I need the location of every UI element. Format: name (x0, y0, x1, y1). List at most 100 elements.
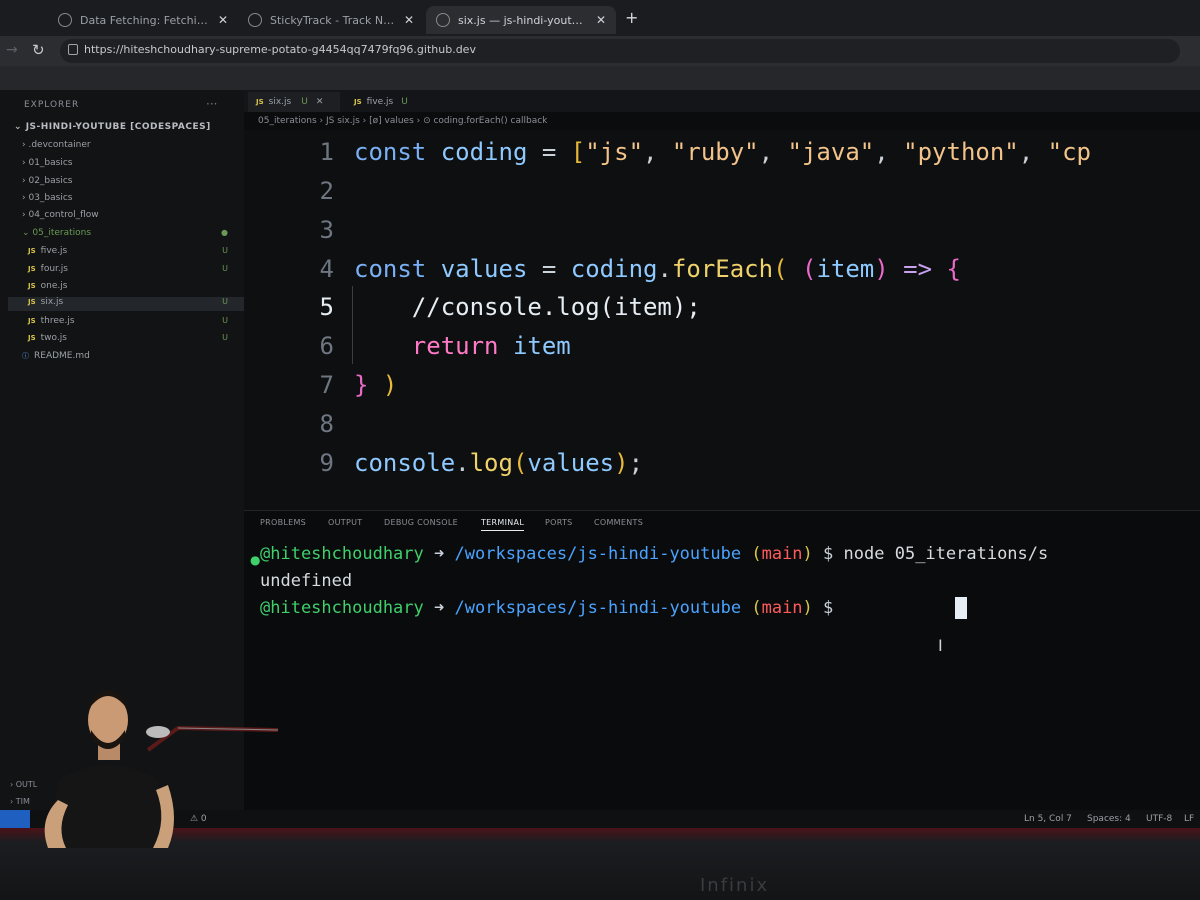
code-line-7: } ) (354, 371, 398, 399)
line-number: 1 (319, 138, 334, 166)
tab-favicon-icon (248, 13, 262, 27)
tree-item-label: four.js (40, 264, 68, 274)
tree-item-one-js[interactable]: JS one.js (28, 281, 244, 291)
line-number: 4 (319, 255, 334, 283)
close-tab-icon[interactable]: ✕ (596, 13, 606, 27)
url-text[interactable]: https://hiteshchoudhary-supreme-potato-g… (84, 43, 476, 56)
tab-label: Data Fetching: Fetching | Nex (80, 13, 210, 27)
tab-label: StickyTrack - Track Notes, Tra (270, 13, 396, 27)
tree-item-01-basics[interactable]: › 01_basics (22, 158, 244, 168)
line-number-current: 5 (319, 293, 334, 321)
terminal-user: @hiteshchoudhary (260, 544, 424, 564)
terminal-path: /workspaces/js-hindi-youtube (454, 544, 742, 564)
modified-dot-icon: ● (221, 228, 228, 237)
tree-item-five-js[interactable]: JS five.js U (28, 246, 244, 256)
terminal-user: @hiteshchoudhary (260, 598, 424, 618)
terminal-path: /workspaces/js-hindi-youtube (454, 598, 742, 618)
tab-favicon-icon (436, 13, 450, 27)
line-number: 3 (319, 216, 334, 244)
breadcrumb[interactable]: 05_iterations › JS six.js › [ø] values ›… (258, 116, 547, 126)
webcam-presenter-image (44, 690, 278, 848)
tree-item-label: 02_basics (28, 176, 73, 186)
terminal-command: node 05_iterations/s (843, 544, 1049, 564)
line-ending[interactable]: LF (1184, 814, 1194, 824)
tree-item-label: 01_basics (28, 158, 73, 168)
tab-terminal[interactable]: TERMINAL (481, 518, 525, 531)
browser-tab-codespace[interactable]: six.js — js-hindi-youtube [Cod ✕ (426, 6, 616, 34)
browser-tab-stickytrack[interactable]: StickyTrack - Track Notes, Tra ✕ (238, 6, 424, 34)
line-number: 2 (319, 177, 334, 205)
tab-problems[interactable]: PROBLEMS (260, 518, 306, 527)
tab-label: six.js — js-hindi-youtube [Cod (458, 13, 588, 27)
terminal-cursor (955, 597, 967, 619)
tree-item-05-iterations[interactable]: ⌄ 05_iterations ● (22, 228, 244, 238)
browser-tab-data-fetching[interactable]: Data Fetching: Fetching | Nex ✕ (48, 6, 238, 34)
line-number: 9 (319, 449, 334, 477)
workspace-title[interactable]: ⌄ JS-HINDI-YOUTUBE [CODESPACES] (14, 122, 211, 132)
code-line-1: const coding = ["js", "ruby", "java", "p… (354, 138, 1091, 166)
info-icon: ⓘ (22, 352, 29, 360)
code-line-6: return item (411, 332, 571, 360)
tree-item-label: .devcontainer (28, 140, 91, 150)
line-number: 7 (319, 371, 334, 399)
tree-item-readme[interactable]: ⓘ README.md (22, 351, 244, 361)
git-status-badge: U (222, 333, 228, 342)
terminal-branch: main (761, 598, 803, 618)
line-number: 6 (319, 332, 334, 360)
more-actions-icon[interactable]: ··· (206, 97, 217, 111)
tab-debug-console[interactable]: DEBUG CONSOLE (384, 518, 458, 527)
tree-item-02-basics[interactable]: › 02_basics (22, 176, 244, 186)
terminal-output: undefined (260, 571, 353, 591)
tab-output[interactable]: OUTPUT (328, 518, 362, 527)
remote-indicator[interactable] (0, 810, 30, 828)
reload-icon[interactable]: ↻ (32, 41, 45, 59)
tree-item-label: five.js (40, 246, 68, 256)
tree-item-six-js[interactable]: JS six.js U (8, 297, 244, 311)
tree-item-two-js[interactable]: JS two.js U (28, 333, 244, 343)
js-file-icon: JS (256, 98, 264, 106)
tab-comments[interactable]: COMMENTS (594, 518, 643, 527)
new-tab-icon[interactable]: + (625, 8, 638, 27)
git-status-badge: U (222, 316, 228, 325)
workspace-label: JS-HINDI-YOUTUBE [CODESPACES] (25, 122, 211, 132)
lock-icon[interactable] (68, 44, 78, 55)
tree-item-four-js[interactable]: JS four.js U (28, 264, 244, 274)
code-line-9: console.log(values); (354, 449, 644, 477)
close-tab-icon[interactable]: ✕ (218, 13, 228, 27)
tab-ports[interactable]: PORTS (545, 518, 573, 527)
terminal-branch: main (761, 544, 803, 564)
js-file-icon: JS (28, 317, 36, 325)
indentation[interactable]: Spaces: 4 (1087, 814, 1131, 824)
editor-tab-six-js[interactable]: JS six.js U ✕ (248, 92, 340, 112)
tree-item-label: six.js (40, 297, 64, 307)
git-status-badge: U (222, 246, 228, 255)
terminal-line-3[interactable]: @hiteshchoudhary ➜ /workspaces/js-hindi-… (260, 598, 833, 618)
editor-tab-five-js[interactable]: JS five.js U (350, 92, 430, 112)
editor-tab-label: six.js (268, 97, 292, 107)
tree-item-three-js[interactable]: JS three.js U (28, 316, 244, 326)
back-arrow-icon[interactable]: → (6, 42, 18, 58)
tree-item-label: two.js (40, 333, 67, 343)
git-status-badge: U (222, 297, 228, 306)
tree-item-devcontainer[interactable]: › .devcontainer (22, 140, 244, 150)
close-tab-icon[interactable]: ✕ (404, 13, 414, 27)
tree-item-03-basics[interactable]: › 03_basics (22, 193, 244, 203)
timeline-section[interactable]: › TIM (10, 797, 30, 806)
command-status-dot-icon: ● (250, 553, 261, 567)
git-status-badge: U (401, 97, 408, 107)
explorer-title: EXPLORER (24, 100, 80, 110)
tree-item-label: README.md (34, 351, 90, 361)
js-file-icon: JS (28, 334, 36, 342)
code-line-4: const values = coding.forEach( (item) =>… (354, 255, 961, 283)
encoding[interactable]: UTF-8 (1146, 814, 1172, 824)
js-file-icon: JS (28, 282, 36, 290)
cursor-position[interactable]: Ln 5, Col 7 (1024, 814, 1072, 824)
terminal-line-1[interactable]: @hiteshchoudhary ➜ /workspaces/js-hindi-… (260, 544, 1048, 564)
tab-favicon-icon (58, 13, 72, 27)
close-icon[interactable]: ✕ (316, 97, 324, 107)
tree-item-label: 04_control_flow (28, 210, 99, 220)
text-cursor-icon: I (938, 636, 943, 655)
code-line-5: //console.log(item); (411, 293, 701, 321)
tree-item-04-control-flow[interactable]: › 04_control_flow (22, 210, 244, 220)
tree-item-label: one.js (40, 281, 68, 291)
